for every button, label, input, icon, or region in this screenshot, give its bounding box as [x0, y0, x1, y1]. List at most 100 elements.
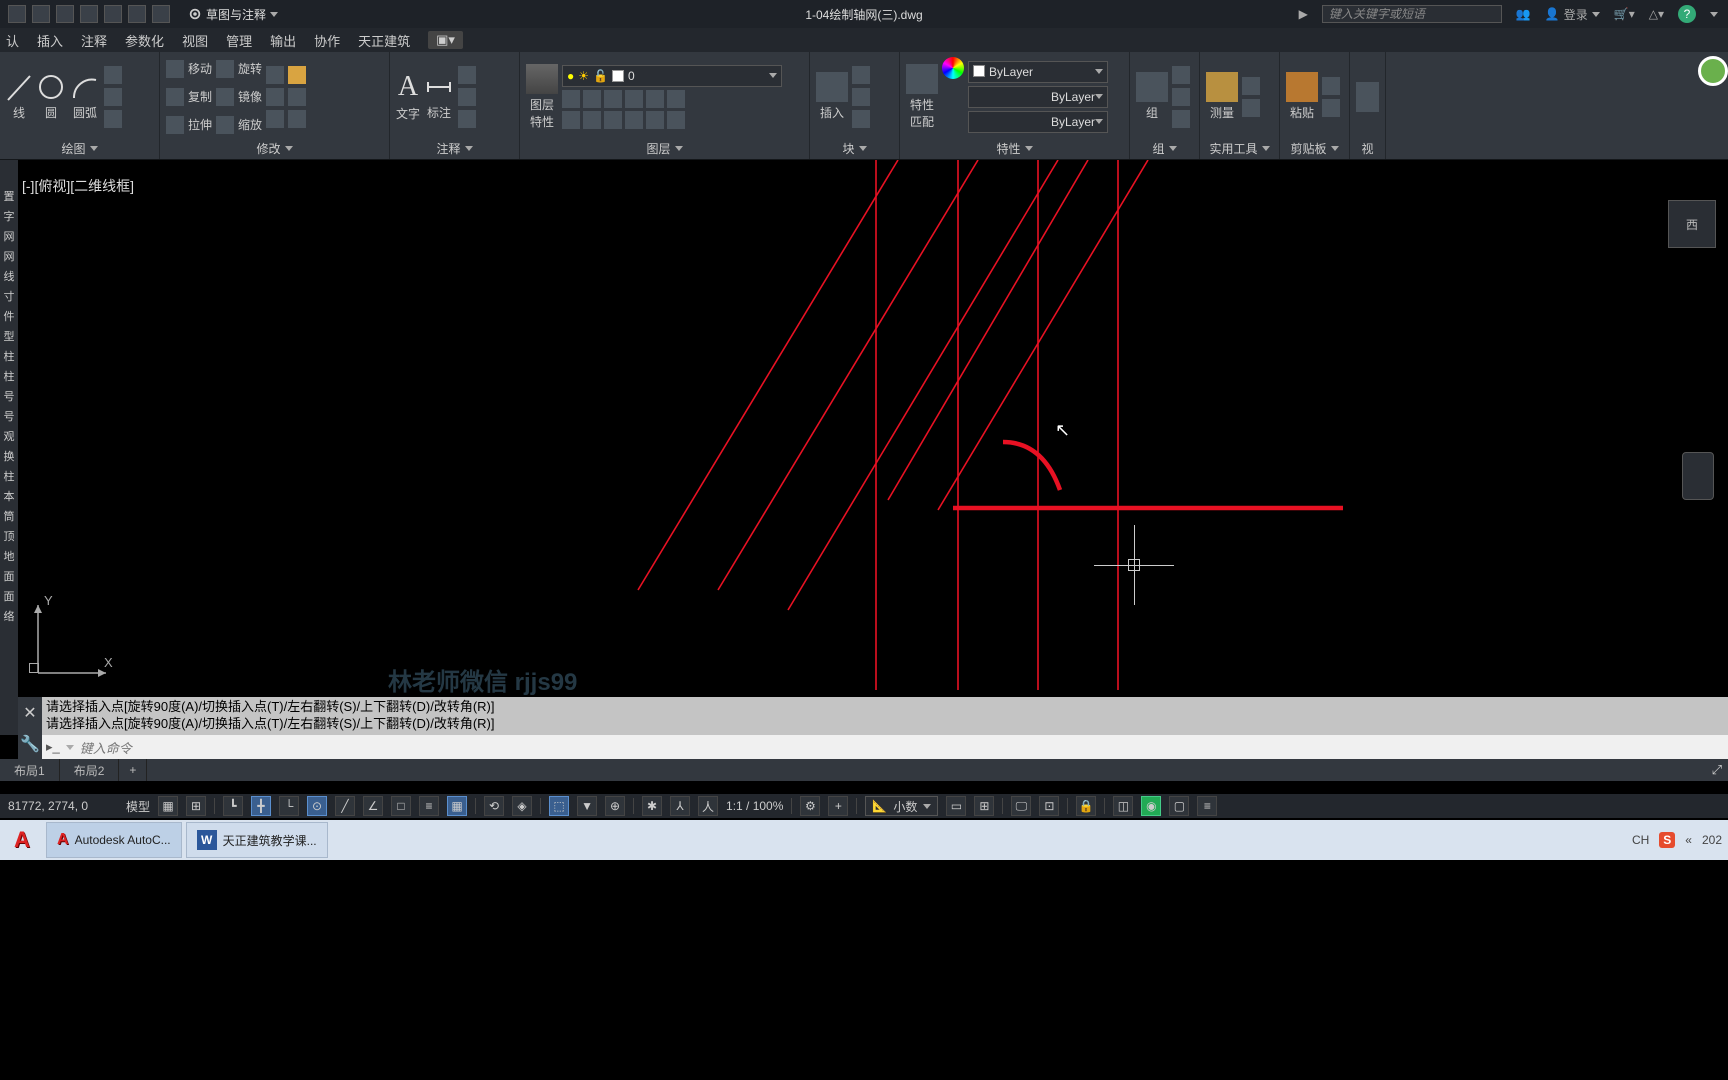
tab-insert[interactable]: 插入 — [37, 31, 63, 50]
palette-item[interactable]: 件 — [4, 310, 15, 328]
layer-icon3[interactable] — [604, 90, 622, 108]
rotate-button[interactable]: 旋转 — [216, 57, 262, 81]
tab-layout2[interactable]: 布局2 — [60, 759, 120, 781]
tab-add[interactable]: + — [119, 759, 147, 781]
palette-item[interactable]: 字 — [4, 210, 15, 228]
layer-combo[interactable]: ● ☀ 🔓 0 — [562, 65, 782, 87]
util-icon1[interactable] — [1242, 77, 1260, 95]
layer-icon2[interactable] — [583, 90, 601, 108]
layer-icon9[interactable] — [604, 111, 622, 129]
snap-toggle[interactable]: ⊞ — [186, 796, 206, 816]
polar-toggle[interactable]: ⊙ — [307, 796, 327, 816]
text-button[interactable]: A文字 — [396, 71, 420, 122]
workspace-dropdown[interactable]: 草图与注释 — [188, 6, 278, 23]
exchange-icon[interactable]: 👥 — [1516, 7, 1531, 21]
ws-switch[interactable]: ⊞ — [974, 796, 994, 816]
group-button[interactable]: 组 — [1136, 72, 1168, 121]
tool-palette[interactable]: 置字网网线寸件型柱柱号号观换柱本筒顶地面面络 — [0, 160, 18, 735]
iso-clean-toggle[interactable]: ◫ — [1113, 796, 1133, 816]
qp-toggle[interactable]: ▭ — [946, 796, 966, 816]
monitor-icon[interactable]: 🖵 — [1011, 796, 1031, 816]
arc-button[interactable]: 圆弧 — [70, 72, 100, 121]
mirror-button[interactable]: 镜像 — [216, 85, 262, 109]
model-button[interactable]: 模型 — [126, 798, 150, 815]
qat-plot-icon[interactable] — [104, 5, 122, 23]
group-edit-icon[interactable] — [1172, 88, 1190, 106]
palette-item[interactable]: 柱 — [4, 370, 15, 388]
tab-collab[interactable]: 协作 — [314, 31, 340, 50]
taskbar-item-autocad[interactable]: AAutodesk AutoC... — [46, 822, 182, 858]
ime-indicator[interactable]: CH — [1632, 833, 1649, 847]
qat-new-icon[interactable] — [8, 5, 26, 23]
cut-icon[interactable] — [1322, 77, 1340, 95]
copy-clip-icon[interactable] — [1322, 99, 1340, 117]
layer-icon12[interactable] — [667, 111, 685, 129]
dyn-ucs-toggle[interactable]: ⬚ — [549, 796, 569, 816]
array-icon[interactable] — [266, 110, 284, 128]
panel-clipboard-label[interactable]: 剪贴板 — [1290, 140, 1326, 157]
qat-save-icon[interactable] — [56, 5, 74, 23]
tab-annotate[interactable]: 注释 — [81, 31, 107, 50]
palette-item[interactable]: 换 — [4, 450, 15, 468]
cart-icon[interactable]: 🛒▾ — [1614, 7, 1635, 21]
palette-item[interactable]: 络 — [4, 610, 15, 628]
iso-toggle[interactable]: ╱ — [335, 796, 355, 816]
grid-toggle[interactable]: ▦ — [158, 796, 178, 816]
expand-icon[interactable]: ⤢ — [1712, 762, 1722, 778]
measure-button[interactable]: 测量 — [1206, 72, 1238, 121]
chevron-down-icon[interactable] — [66, 745, 74, 750]
anno-scale-toggle[interactable]: 人 — [698, 796, 718, 816]
hatch-icon[interactable] — [104, 110, 122, 128]
palette-item[interactable]: 观 — [4, 430, 15, 448]
scale-readout[interactable]: 1:1 / 100% — [726, 799, 783, 813]
tab-tangent[interactable]: 天正建筑 — [358, 31, 410, 50]
navigation-bar[interactable] — [1682, 452, 1714, 500]
trim-icon[interactable] — [266, 66, 284, 84]
scale-button[interactable]: 缩放 — [216, 113, 262, 137]
start-button[interactable]: A — [2, 822, 42, 858]
lineweight-toggle[interactable]: ≡ — [419, 796, 439, 816]
util-icon2[interactable] — [1242, 99, 1260, 117]
palette-item[interactable]: 顶 — [4, 530, 15, 548]
lineweight-combo[interactable]: ByLayer — [968, 86, 1108, 108]
fillet-icon[interactable] — [266, 88, 284, 106]
search-input[interactable]: 键入关键字或短语 — [1322, 5, 1502, 23]
filter-toggle[interactable]: ▼ — [577, 796, 597, 816]
layer-icon8[interactable] — [583, 111, 601, 129]
insert-block-button[interactable]: 插入 — [816, 72, 848, 121]
qat-undo-icon[interactable] — [128, 5, 146, 23]
dynamic-input-toggle[interactable]: ╋ — [251, 796, 271, 816]
panel-draw-label[interactable]: 绘图 — [61, 140, 85, 157]
layer-icon5[interactable] — [646, 90, 664, 108]
qat-open-icon[interactable] — [32, 5, 50, 23]
dimension-button[interactable]: 标注 — [424, 72, 454, 121]
circle-button[interactable]: 圆 — [36, 72, 66, 121]
offset-icon[interactable] — [288, 110, 306, 128]
mtext-icon[interactable] — [458, 110, 476, 128]
panel-modify-label[interactable]: 修改 — [256, 140, 280, 157]
sogou-icon[interactable]: S — [1659, 832, 1675, 848]
palette-item[interactable]: 柱 — [4, 350, 15, 368]
line-button[interactable]: 线 — [6, 72, 32, 121]
qat-redo-icon[interactable] — [152, 5, 170, 23]
osnap-toggle[interactable]: □ — [391, 796, 411, 816]
layer-icon4[interactable] — [625, 90, 643, 108]
play-icon[interactable]: ▶ — [1299, 7, 1308, 21]
palette-item[interactable]: 号 — [4, 390, 15, 408]
tab-output[interactable]: 输出 — [270, 31, 296, 50]
erase-icon[interactable] — [288, 66, 306, 84]
layer-icon10[interactable] — [625, 111, 643, 129]
block-create-icon[interactable] — [852, 66, 870, 84]
close-icon[interactable]: ✕ — [23, 703, 36, 723]
clean-screen-toggle[interactable]: ▢ — [1169, 796, 1189, 816]
linetype-combo[interactable]: ByLayer — [968, 111, 1108, 133]
leader-icon[interactable] — [458, 66, 476, 84]
block-edit-icon[interactable] — [852, 88, 870, 106]
stretch-button[interactable]: 拉伸 — [166, 113, 212, 137]
tab-manage[interactable]: 管理 — [226, 31, 252, 50]
layer-icon7[interactable] — [562, 111, 580, 129]
ribbon-expand-icon[interactable]: ▣▾ — [428, 31, 463, 49]
drawing-canvas[interactable] — [18, 160, 1388, 690]
viewcube-face[interactable]: 西 — [1668, 200, 1716, 248]
monitor2-icon[interactable]: ⊡ — [1039, 796, 1059, 816]
